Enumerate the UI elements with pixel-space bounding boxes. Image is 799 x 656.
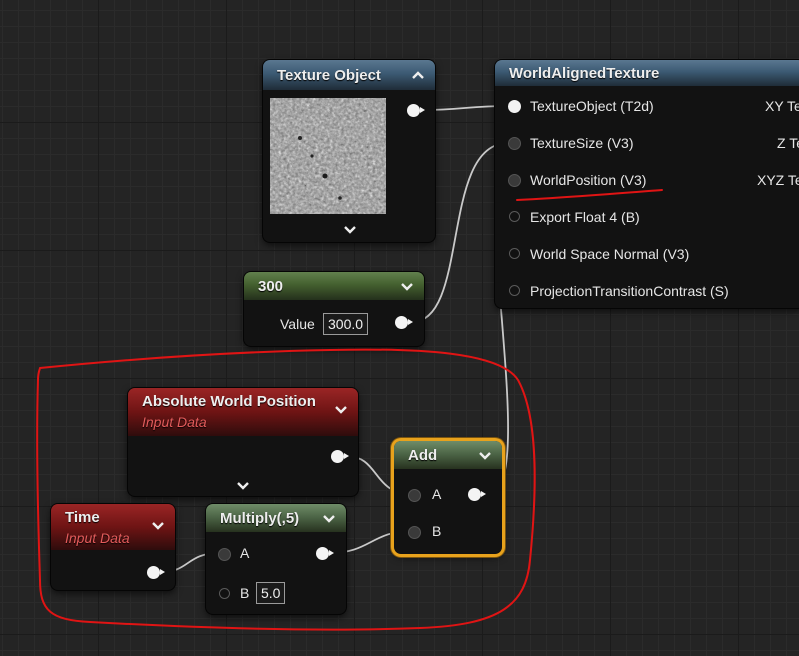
exportfloat4-input-pin[interactable] — [509, 211, 520, 222]
output-label-z: Z Te — [777, 135, 799, 151]
output-label-xy: XY Te — [765, 98, 799, 114]
world-aligned-texture-node[interactable]: WorldAlignedTexture TextureObject (T2d) … — [495, 60, 799, 308]
chevron-down-icon[interactable] — [236, 480, 250, 492]
time-output-pin[interactable] — [147, 566, 165, 579]
multiply-node[interactable]: Multiply(,5) A B 5.0 — [206, 504, 346, 614]
multiply-input-b-pin[interactable] — [219, 588, 230, 599]
pin-label-b: B — [240, 585, 250, 601]
node-title: Multiply(,5) — [220, 510, 300, 527]
chevron-down-icon[interactable] — [322, 513, 336, 525]
chevron-down-icon[interactable] — [334, 404, 348, 416]
output-label-xyz: XYZ Te — [757, 172, 799, 188]
texturesize-input-pin[interactable] — [508, 137, 521, 150]
add-input-a-pin[interactable] — [408, 489, 421, 502]
add-output-pin[interactable] — [468, 488, 486, 501]
pin-label-worldposition: WorldPosition (V3) — [530, 172, 647, 188]
node-subtitle: Input Data — [142, 414, 207, 430]
worldspacenormal-input-pin[interactable] — [509, 248, 520, 259]
chevron-down-icon[interactable] — [151, 520, 165, 532]
pin-label-b: B — [432, 523, 442, 539]
node-title: Texture Object — [277, 67, 381, 84]
node-header[interactable]: Texture Object — [263, 60, 435, 90]
node-subtitle: Input Data — [65, 530, 130, 546]
node-title: Time — [65, 509, 100, 526]
node-header[interactable]: 300 — [244, 272, 424, 300]
texture-object-node[interactable]: Texture Object — [263, 60, 435, 242]
pin-label-textureobject: TextureObject (T2d) — [530, 98, 654, 114]
abspos-output-pin[interactable] — [331, 450, 349, 463]
pin-label-a: A — [240, 545, 250, 561]
pin-label-texturesize: TextureSize (V3) — [530, 135, 634, 151]
pin-label-worldspacenormal: World Space Normal (V3) — [530, 246, 690, 262]
projectioncontrast-input-pin[interactable] — [509, 285, 520, 296]
value-field[interactable]: 300.0 — [323, 313, 369, 335]
value-label: Value — [280, 316, 315, 332]
pin-label-exportfloat4: Export Float 4 (B) — [530, 209, 640, 225]
constant-output-pin[interactable] — [395, 316, 413, 329]
pin-label-a: A — [432, 486, 442, 502]
multiply-output-pin[interactable] — [316, 547, 334, 560]
node-header[interactable]: Absolute World Position Input Data — [128, 388, 358, 436]
texture-thumbnail — [270, 98, 386, 214]
chevron-down-icon[interactable] — [343, 224, 357, 236]
chevron-up-icon[interactable] — [411, 69, 425, 81]
node-header[interactable]: Add — [394, 441, 502, 469]
absolute-world-position-node[interactable]: Absolute World Position Input Data — [128, 388, 358, 496]
pin-label-projectioncontrast: ProjectionTransitionContrast (S) — [530, 283, 729, 299]
node-header[interactable]: Multiply(,5) — [206, 504, 346, 532]
b-value-field[interactable]: 5.0 — [256, 582, 286, 604]
constant-node[interactable]: 300 Value 300.0 — [244, 272, 424, 346]
multiply-input-a-pin[interactable] — [218, 548, 231, 561]
textureobject-input-pin[interactable] — [508, 100, 521, 113]
texture-output-pin[interactable] — [407, 104, 425, 117]
worldposition-input-pin[interactable] — [508, 174, 521, 187]
node-header[interactable]: WorldAlignedTexture — [495, 60, 799, 86]
node-title: Absolute World Position — [142, 393, 316, 410]
add-input-b-pin[interactable] — [408, 526, 421, 539]
time-node[interactable]: Time Input Data — [51, 504, 175, 590]
add-node[interactable]: Add A B — [394, 441, 502, 554]
chevron-down-icon[interactable] — [400, 281, 414, 293]
node-header[interactable]: Time Input Data — [51, 504, 175, 550]
chevron-down-icon[interactable] — [478, 450, 492, 462]
node-title: 300 — [258, 278, 284, 295]
node-title: Add — [408, 447, 438, 464]
node-title: WorldAlignedTexture — [509, 65, 660, 82]
